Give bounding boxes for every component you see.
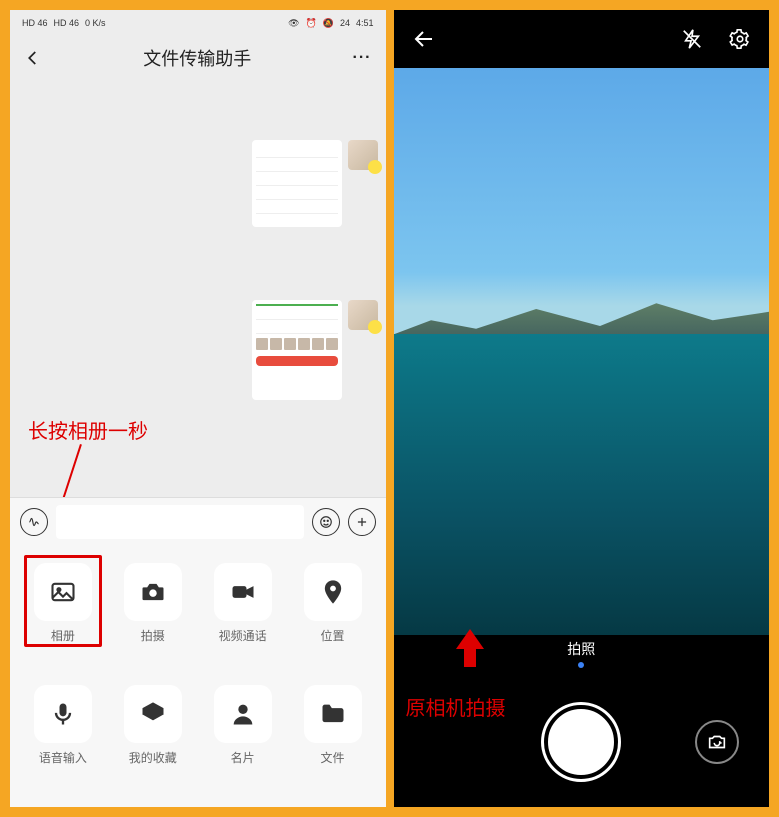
grid-label: 我的收藏 [129, 749, 177, 766]
eye-icon: 👁 [288, 18, 299, 29]
mic-icon [34, 685, 92, 743]
wechat-screen: HD 46 HD 46 0 K/s 👁 ⏰ 🔕 24 4:51 文件传输助手 ·… [10, 10, 386, 807]
grid-label: 位置 [321, 627, 345, 644]
message-item[interactable] [252, 300, 378, 400]
camera-mode-label: 拍照 [567, 641, 595, 657]
video-icon [214, 563, 272, 621]
plus-icon[interactable] [348, 508, 376, 536]
camera-top-bar [394, 10, 770, 68]
dnd-icon: 🔕 [323, 18, 334, 29]
message-content [252, 140, 342, 227]
chat-messages: 长按相册一秒 [10, 80, 386, 497]
camera-controls: 原相机拍摄 [394, 677, 770, 807]
alarm-icon: ⏰ [306, 18, 317, 29]
camera-screen: 拍照 原相机拍摄 [394, 10, 770, 807]
emoji-icon[interactable] [312, 508, 340, 536]
flip-camera-button[interactable] [695, 720, 739, 764]
chat-title: 文件传输助手 [143, 45, 251, 71]
input-bar [10, 497, 386, 545]
grid-label: 语音输入 [39, 749, 87, 766]
grid-label: 相册 [51, 627, 75, 644]
grid-item-voiceinput[interactable]: 语音输入 [20, 685, 106, 797]
voice-toggle-icon[interactable] [20, 508, 48, 536]
grid-label: 拍摄 [141, 627, 165, 644]
attachment-grid: 相册 拍摄 视频通话 位置 [10, 545, 386, 807]
more-button[interactable]: ··· [353, 49, 372, 67]
flash-icon[interactable] [681, 28, 703, 50]
grid-label: 视频通话 [219, 627, 267, 644]
avatar[interactable] [348, 300, 378, 330]
battery-level: 24 [340, 18, 350, 28]
message-item[interactable] [252, 140, 378, 227]
settings-icon[interactable] [729, 28, 751, 50]
back-button[interactable] [24, 49, 42, 67]
status-bar: HD 46 HD 46 0 K/s 👁 ⏰ 🔕 24 4:51 [10, 10, 386, 36]
chat-header: 文件传输助手 ··· [10, 36, 386, 80]
image-icon [34, 563, 92, 621]
clock-time: 4:51 [356, 18, 374, 28]
viewfinder[interactable] [394, 68, 770, 635]
message-input[interactable] [56, 505, 304, 539]
folder-icon [304, 685, 362, 743]
bookmark-icon [124, 685, 182, 743]
camera-back-button[interactable] [412, 27, 436, 51]
annotation-arrow-left [42, 444, 82, 497]
network-speed: 0 K/s [85, 18, 106, 28]
camera-mode-bar[interactable]: 拍照 [394, 635, 770, 677]
grid-item-favorites[interactable]: 我的收藏 [110, 685, 196, 797]
avatar[interactable] [348, 140, 378, 170]
grid-item-videocall[interactable]: 视频通话 [200, 563, 286, 675]
grid-item-contact[interactable]: 名片 [200, 685, 286, 797]
signal-indicator-2: HD 46 [54, 18, 80, 28]
mode-indicator-dot [578, 662, 584, 668]
shutter-button[interactable] [544, 705, 618, 779]
grid-item-album[interactable]: 相册 [20, 563, 106, 675]
person-icon [214, 685, 272, 743]
location-icon [304, 563, 362, 621]
grid-item-file[interactable]: 文件 [290, 685, 376, 797]
grid-item-location[interactable]: 位置 [290, 563, 376, 675]
message-content [252, 300, 342, 400]
annotation-text-left: 长按相册一秒 [28, 415, 148, 444]
grid-label: 名片 [231, 749, 255, 766]
signal-indicator-1: HD 46 [22, 18, 48, 28]
camera-icon [124, 563, 182, 621]
grid-item-camera[interactable]: 拍摄 [110, 563, 196, 675]
grid-label: 文件 [321, 749, 345, 766]
annotation-text-right: 原相机拍摄 [406, 692, 506, 721]
annotation-arrow-right [456, 629, 484, 649]
